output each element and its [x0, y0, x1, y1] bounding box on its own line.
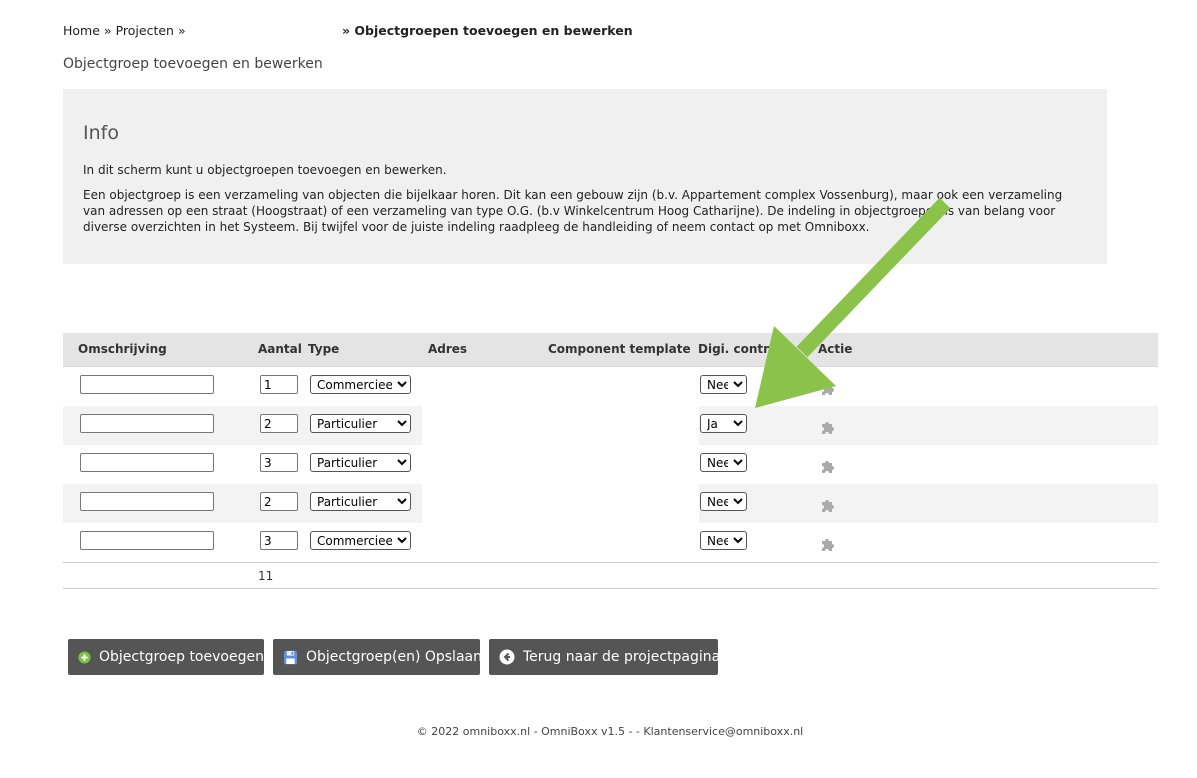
puzzle-icon[interactable] — [820, 457, 836, 473]
omschrijving-input[interactable] — [80, 453, 214, 472]
add-objectgroup-button[interactable]: Objectgroep toevoegen — [68, 639, 264, 675]
table-row: Particulier Nee — [63, 484, 1158, 523]
column-header-type: Type — [308, 342, 340, 356]
omschrijving-input[interactable] — [80, 414, 214, 433]
column-header-aantal: Aantal — [258, 342, 302, 356]
footer-copyright: © 2022 omniboxx.nl - — [416, 725, 542, 738]
breadcrumb-separator: » — [177, 23, 186, 38]
save-objectgroups-button[interactable]: Objectgroep(en) Opslaan — [273, 639, 482, 675]
puzzle-icon[interactable] — [820, 418, 836, 434]
digi-contract-select[interactable]: Nee — [700, 453, 747, 472]
aantal-input[interactable] — [260, 531, 298, 550]
save-objectgroups-label: Objectgroep(en) Opslaan — [306, 649, 482, 665]
info-paragraph: Een objectgroep is een verzameling van o… — [83, 188, 1063, 234]
digi-contract-select[interactable]: Ja — [700, 414, 747, 433]
column-header-adres: Adres — [428, 342, 468, 356]
floppy-disk-icon — [283, 650, 298, 665]
info-paragraph: In dit scherm kunt u objectgroepen toevo… — [83, 163, 447, 177]
footer-contact: - - Klantenservice@omniboxx.nl — [624, 725, 804, 738]
type-select[interactable]: Particulier — [310, 453, 411, 472]
add-objectgroup-label: Objectgroep toevoegen — [99, 649, 264, 665]
adres-cell — [422, 406, 699, 445]
table-total-row: 11 — [63, 562, 1158, 589]
puzzle-icon[interactable] — [820, 496, 836, 512]
omschrijving-input[interactable] — [80, 375, 214, 394]
type-select[interactable]: Particulier — [310, 414, 411, 433]
breadcrumb-projects-link[interactable]: Projecten — [116, 23, 174, 38]
aantal-input[interactable] — [260, 375, 298, 394]
aantal-input[interactable] — [260, 414, 298, 433]
back-to-project-label: Terug naar de projectpagina — [523, 649, 721, 665]
info-heading: Info — [83, 122, 119, 144]
omschrijving-input[interactable] — [80, 531, 214, 550]
column-header-component-template: Component template — [548, 342, 691, 356]
table-header: Omschrijving Aantal Type Adres Component… — [63, 333, 1158, 367]
back-to-project-button[interactable]: Terug naar de projectpagina — [489, 639, 721, 675]
table-row: Particulier Nee — [63, 445, 1158, 484]
footer: © 2022 omniboxx.nl - OmniBoxx v1.5 - - K… — [0, 725, 1197, 738]
table-row: Particulier Ja — [63, 406, 1158, 445]
column-header-digi-contract: Digi. contract — [698, 342, 791, 356]
table-row: Commercieel Nee — [63, 367, 1158, 406]
table-row: Commercieel Nee — [63, 523, 1158, 562]
digi-contract-select[interactable]: Nee — [700, 492, 747, 511]
page-title: Objectgroep toevoegen en bewerken — [63, 56, 323, 72]
column-header-omschrijving: Omschrijving — [78, 342, 167, 356]
plus-circle-icon — [78, 650, 91, 664]
breadcrumb: Home» Projecten» » Objectgroepen toevoege… — [63, 23, 633, 38]
aantal-input[interactable] — [260, 453, 298, 472]
omschrijving-input[interactable] — [80, 492, 214, 511]
digi-contract-select[interactable]: Nee — [700, 375, 747, 394]
breadcrumb-current: » Objectgroepen toevoegen en bewerken — [342, 23, 633, 38]
type-select[interactable]: Commercieel — [310, 531, 411, 550]
info-box: Info In dit scherm kunt u objectgroepen … — [63, 89, 1107, 264]
adres-cell — [422, 484, 699, 523]
objectgroups-table: Omschrijving Aantal Type Adres Component… — [63, 333, 1158, 589]
puzzle-icon[interactable] — [820, 535, 836, 551]
type-select[interactable]: Commercieel — [310, 375, 411, 394]
column-header-actie: Actie — [818, 342, 853, 356]
breadcrumb-separator: » — [103, 23, 112, 38]
aantal-input[interactable] — [260, 492, 298, 511]
breadcrumb-home-link[interactable]: Home — [63, 23, 100, 38]
digi-contract-select[interactable]: Nee — [700, 531, 747, 550]
footer-brand: OmniBoxx v1.5 — [541, 725, 625, 738]
arrow-left-circle-icon — [499, 649, 515, 665]
puzzle-icon[interactable] — [820, 379, 836, 395]
type-select[interactable]: Particulier — [310, 492, 411, 511]
total-aantal: 11 — [258, 569, 274, 583]
